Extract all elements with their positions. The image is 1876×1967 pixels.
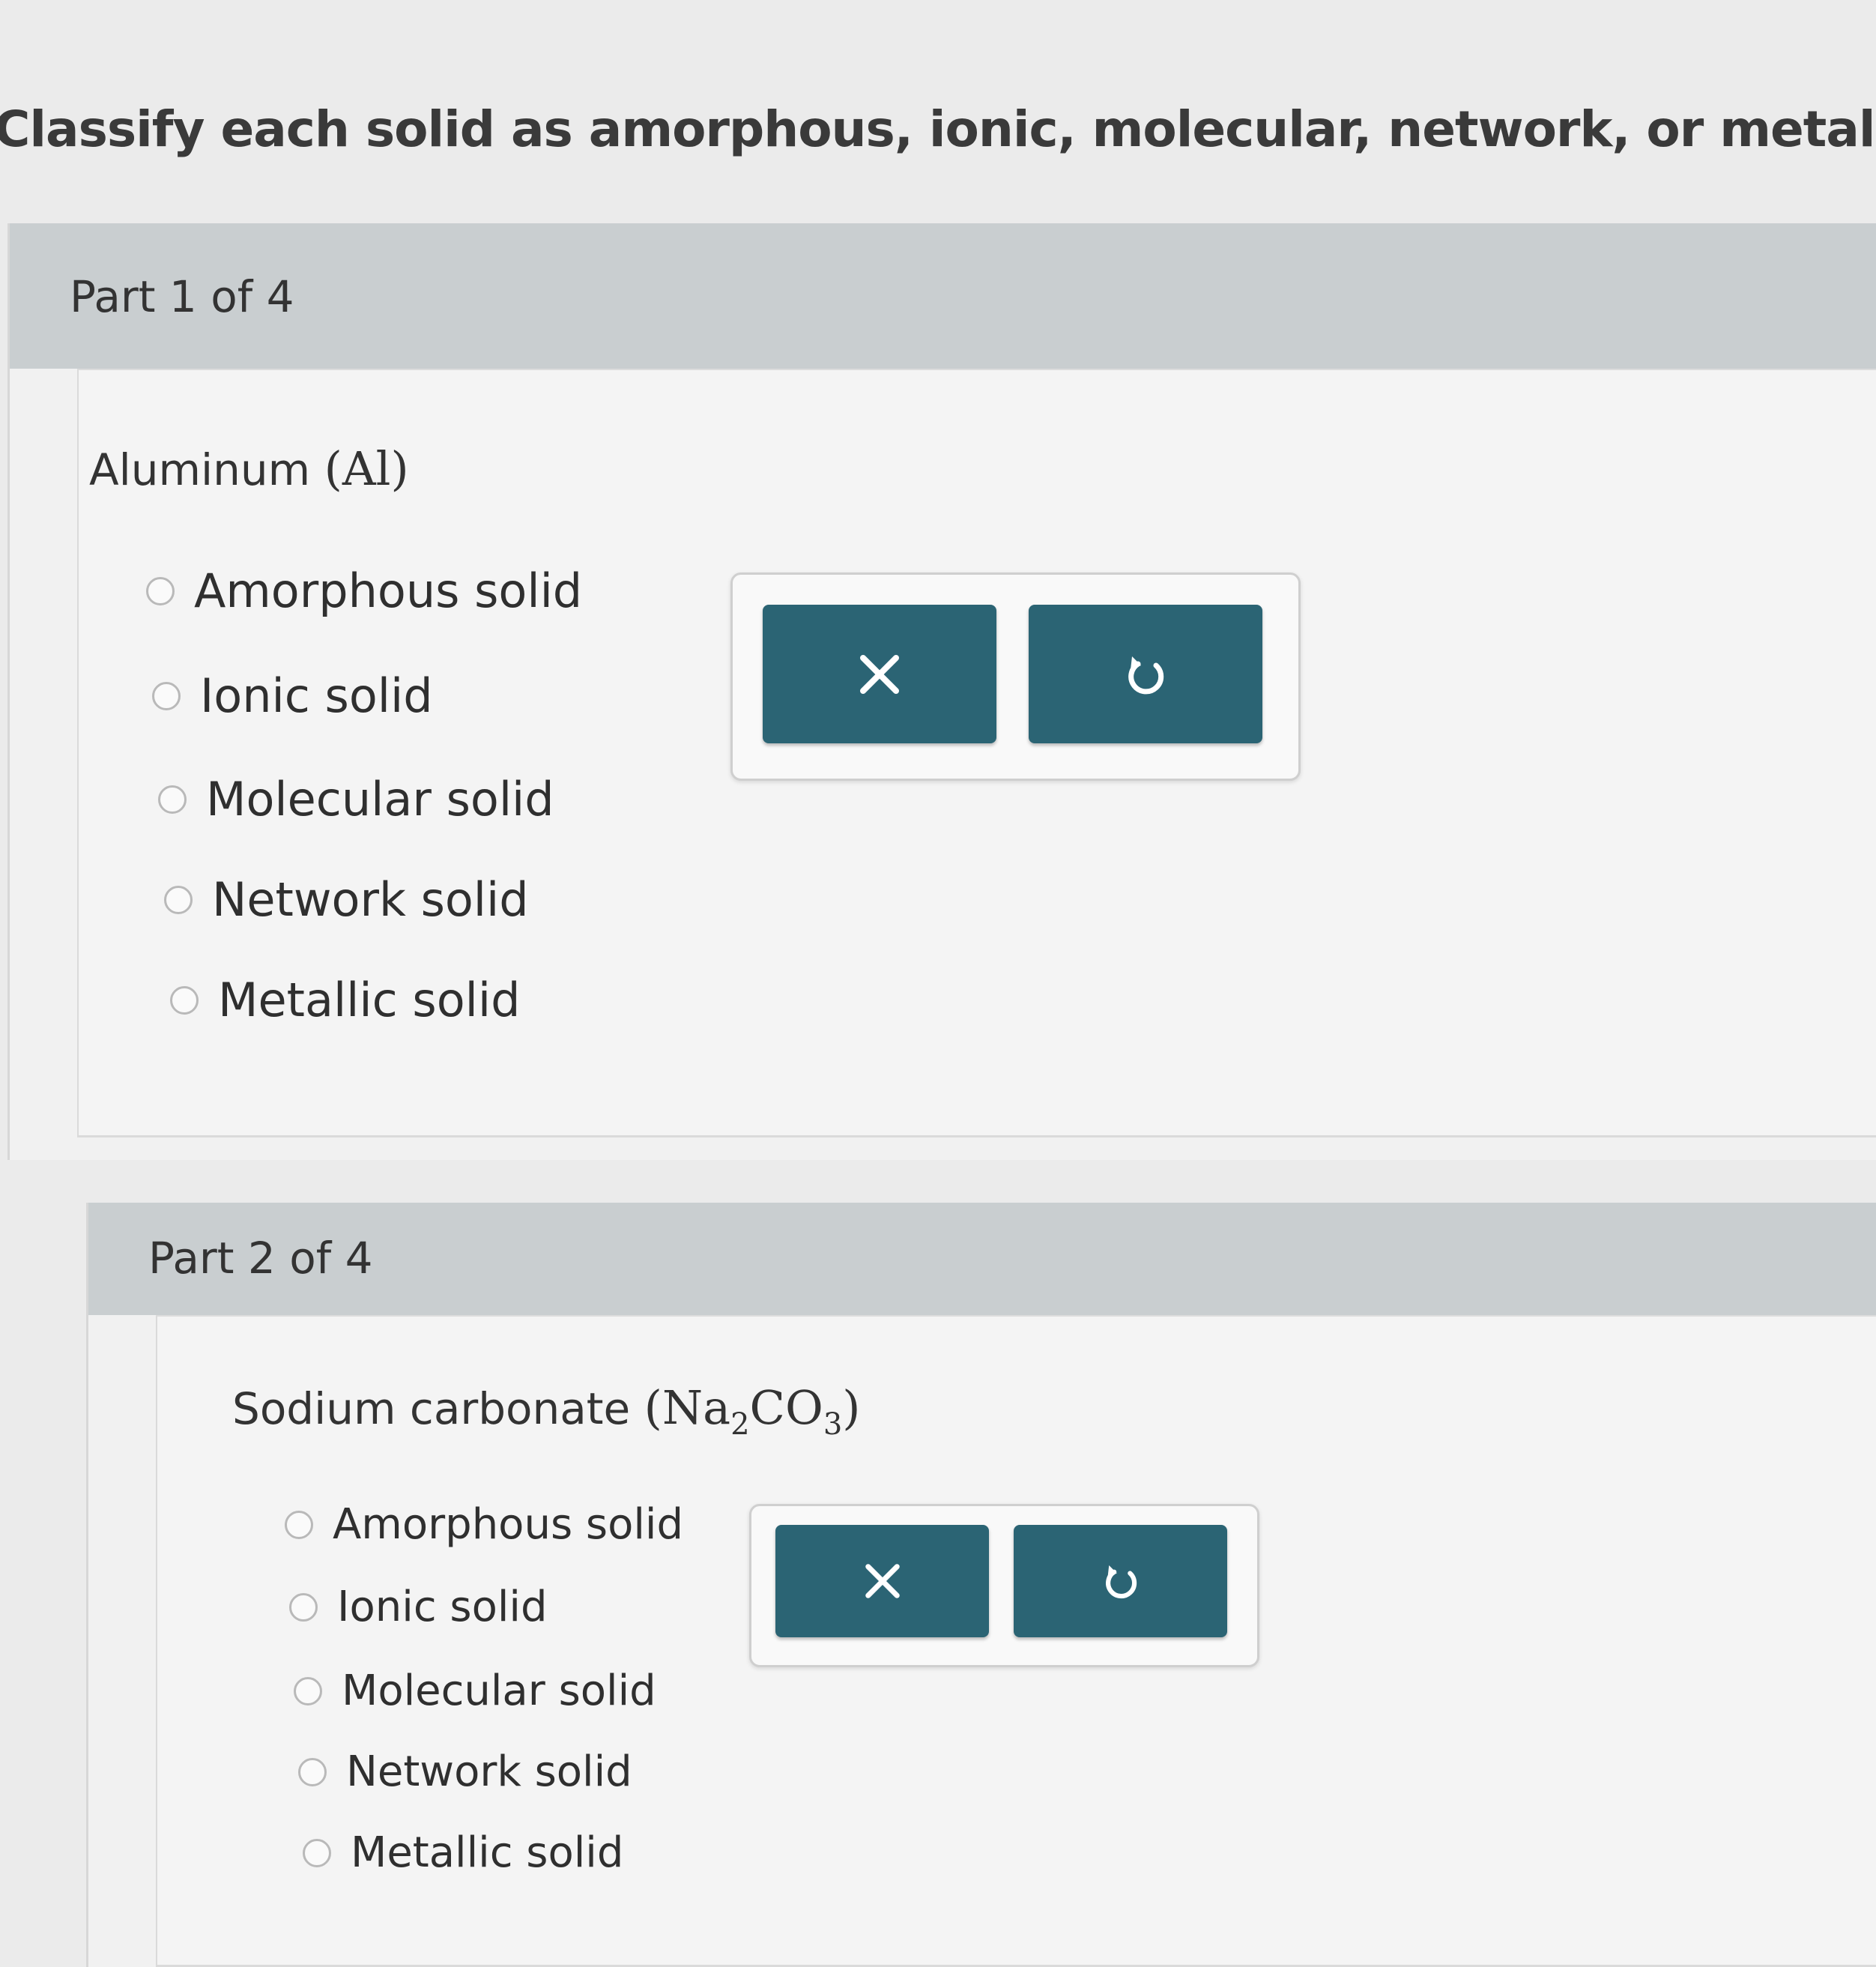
part-1-body: Aluminum (Al) Amorphous solid Ionic soli… bbox=[77, 369, 1876, 1137]
x-icon bbox=[865, 1564, 900, 1598]
formula-close-paren: ) bbox=[842, 1380, 861, 1435]
undo-button[interactable] bbox=[1014, 1525, 1227, 1637]
option-network-solid[interactable]: Network solid bbox=[164, 872, 529, 927]
part-label: Part 1 of 4 bbox=[70, 271, 294, 322]
radio-button[interactable] bbox=[285, 1510, 313, 1539]
formula-subscript: 2 bbox=[730, 1407, 750, 1442]
radio-button[interactable] bbox=[294, 1676, 322, 1705]
question-prompt: Sodium carbonate (Na2CO3) bbox=[232, 1380, 860, 1442]
undo-button[interactable] bbox=[1029, 605, 1262, 743]
chemical-formula: (Na2CO3) bbox=[644, 1380, 861, 1442]
answer-action-box bbox=[749, 1504, 1259, 1667]
option-ionic-solid[interactable]: Ionic solid bbox=[152, 668, 433, 723]
radio-button[interactable] bbox=[170, 985, 199, 1015]
radio-button[interactable] bbox=[164, 885, 193, 914]
option-label: Network solid bbox=[212, 872, 529, 927]
option-label: Amorphous solid bbox=[333, 1500, 684, 1549]
radio-button[interactable] bbox=[298, 1757, 327, 1786]
option-molecular-solid[interactable]: Molecular solid bbox=[294, 1667, 656, 1715]
option-label: Molecular solid bbox=[206, 772, 554, 827]
part-2-header: Part 2 of 4 bbox=[88, 1203, 1876, 1315]
radio-button[interactable] bbox=[289, 1592, 318, 1622]
instruction-text: Classify each solid as amorphous, ionic,… bbox=[0, 100, 1876, 158]
clear-button[interactable] bbox=[775, 1525, 989, 1637]
radio-button[interactable] bbox=[303, 1838, 331, 1867]
question-prompt: Aluminum (Al) bbox=[89, 441, 409, 496]
option-label: Network solid bbox=[346, 1747, 632, 1796]
option-ionic-solid[interactable]: Ionic solid bbox=[289, 1583, 548, 1631]
part-1-panel: Part 1 of 4 Aluminum (Al) Amorphous soli… bbox=[7, 223, 1876, 1160]
option-label: Metallic solid bbox=[351, 1828, 624, 1877]
formula-element: CO bbox=[749, 1380, 823, 1435]
radio-button[interactable] bbox=[158, 785, 187, 814]
part-1-header: Part 1 of 4 bbox=[10, 223, 1876, 369]
formula-subscript: 3 bbox=[823, 1407, 843, 1442]
formula-open-paren: ( bbox=[324, 441, 342, 496]
chemical-formula: (Al) bbox=[324, 441, 409, 496]
option-metallic-solid[interactable]: Metallic solid bbox=[170, 973, 520, 1027]
clear-button[interactable] bbox=[763, 605, 996, 743]
formula-close-paren: ) bbox=[390, 441, 409, 496]
option-molecular-solid[interactable]: Molecular solid bbox=[158, 772, 554, 827]
answer-action-box bbox=[730, 572, 1301, 781]
formula-element: Na bbox=[662, 1380, 731, 1435]
option-metallic-solid[interactable]: Metallic solid bbox=[303, 1828, 623, 1877]
radio-button[interactable] bbox=[146, 576, 175, 605]
question-text: Sodium carbonate bbox=[232, 1383, 644, 1434]
option-label: Ionic solid bbox=[337, 1583, 548, 1631]
x-icon bbox=[860, 654, 899, 694]
radio-button[interactable] bbox=[152, 681, 181, 710]
undo-icon bbox=[1128, 656, 1164, 694]
option-amorphous-solid[interactable]: Amorphous solid bbox=[146, 563, 582, 618]
part-2-panel: Part 2 of 4 Sodium carbonate (Na2CO3) Am… bbox=[86, 1203, 1876, 1967]
option-label: Metallic solid bbox=[218, 973, 521, 1027]
option-amorphous-solid[interactable]: Amorphous solid bbox=[285, 1500, 683, 1549]
part-label: Part 2 of 4 bbox=[148, 1233, 373, 1284]
undo-icon bbox=[1105, 1565, 1137, 1599]
option-label: Amorphous solid bbox=[194, 563, 583, 618]
part-2-body: Sodium carbonate (Na2CO3) Amorphous soli… bbox=[156, 1315, 1876, 1967]
option-label: Molecular solid bbox=[342, 1667, 656, 1715]
option-label: Ionic solid bbox=[200, 668, 433, 723]
formula-open-paren: ( bbox=[644, 1380, 662, 1435]
option-network-solid[interactable]: Network solid bbox=[298, 1747, 632, 1796]
formula-element: Al bbox=[342, 441, 391, 496]
question-text: Aluminum bbox=[89, 444, 324, 495]
